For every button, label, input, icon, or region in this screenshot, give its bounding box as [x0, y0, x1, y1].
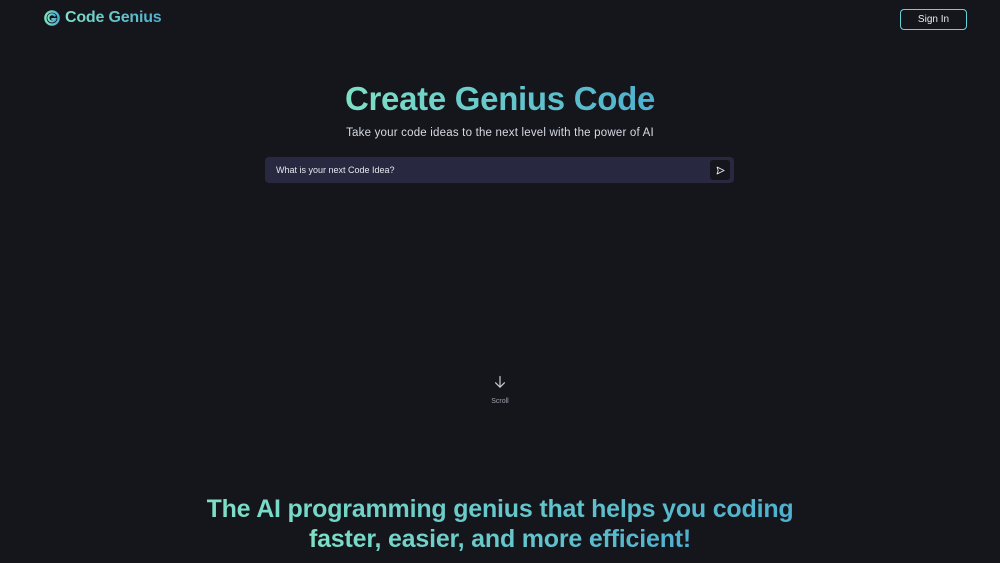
scroll-hint[interactable]: Scroll: [470, 375, 530, 405]
hero-subtitle: Take your code ideas to the next level w…: [346, 127, 654, 139]
tagline-line-2: faster, easier, and more efficient!: [308, 525, 692, 553]
tagline-line-1: The AI programming genius that helps you…: [206, 495, 794, 523]
landing-page: Code Genius Sign In Create Genius Code T…: [0, 0, 1000, 563]
send-button[interactable]: [710, 160, 730, 180]
hero-title-text: Create Genius Code: [345, 78, 655, 120]
arrow-down-icon: [495, 375, 505, 388]
scroll-label: Scroll: [491, 398, 509, 405]
send-icon: [716, 166, 725, 174]
sign-in-button[interactable]: Sign In: [900, 9, 967, 30]
brand-name: Code Genius: [65, 9, 162, 26]
code-genius-logo-icon: [44, 10, 60, 26]
code-idea-prompt: [265, 157, 734, 183]
code-idea-input[interactable]: [265, 157, 705, 183]
hero-title: Create Genius Code: [0, 78, 1000, 120]
brand-logo[interactable]: Code Genius: [44, 9, 162, 27]
tagline: The AI programming genius that helps you…: [0, 494, 1000, 554]
